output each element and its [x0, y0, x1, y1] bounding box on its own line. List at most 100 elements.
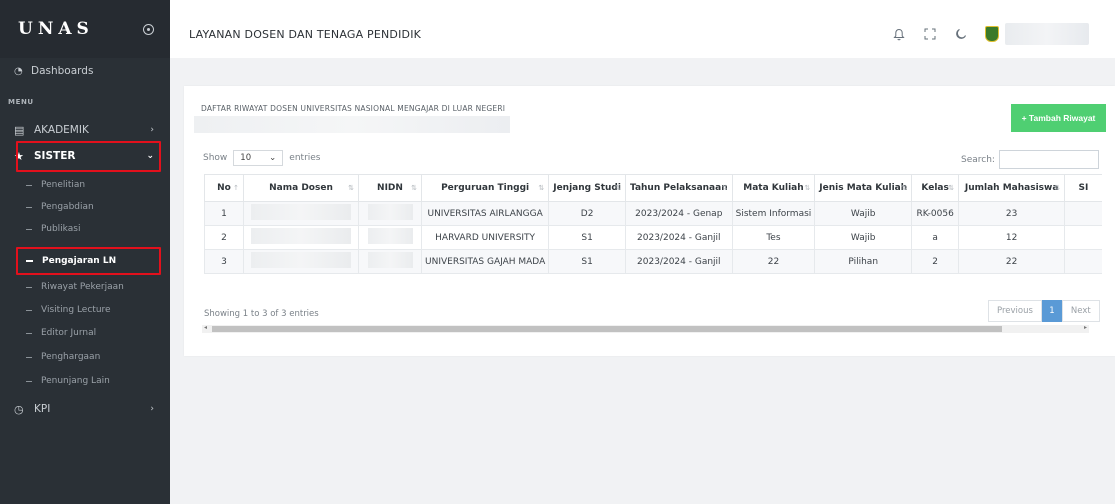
- sidebar-item-dashboards[interactable]: ◔ Dashboards: [0, 59, 170, 83]
- book-icon: ▤: [14, 123, 25, 137]
- header-actions: [892, 10, 1115, 58]
- cell-si: [1064, 249, 1102, 274]
- sidebar-item-kpi[interactable]: ◷ KPI ›: [0, 396, 170, 422]
- previous-page-button[interactable]: Previous: [988, 300, 1042, 322]
- col-jenjang-studi[interactable]: Jenjang Studi ⇅: [548, 174, 626, 202]
- cell-jumlah-mahasiswa: 23: [958, 201, 1066, 226]
- sidebar-sub-label: Riwayat Pekerjaan: [41, 282, 124, 292]
- table-row: 3 UNIVERSITAS GAJAH MADA S1 2023/2024 - …: [204, 249, 1102, 274]
- sidebar-item-akademik[interactable]: ▤ AKADEMIK ›: [0, 117, 170, 143]
- dash-icon: [26, 206, 32, 208]
- scroll-left-arrow-icon[interactable]: ◂: [204, 324, 207, 331]
- sidebar-sub-penunjang-lain[interactable]: Penunjang Lain: [0, 370, 170, 392]
- sidebar-sub-publikasi[interactable]: Publikasi: [0, 218, 170, 240]
- cell-jenis-mata-kuliah: Pilihan: [814, 249, 913, 274]
- cell-perguruan-tinggi: HARVARD UNIVERSITY: [420, 225, 550, 250]
- cell-si: [1064, 201, 1102, 226]
- cell-nidn-redacted: [358, 201, 422, 226]
- col-no[interactable]: No ↑: [204, 174, 244, 202]
- cell-nama-dosen-redacted: [243, 249, 359, 274]
- sidebar-sub-riwayat-pekerjaan[interactable]: Riwayat Pekerjaan: [0, 276, 170, 298]
- cell-no: 3: [204, 249, 244, 274]
- sidebar-sub-label: Penunjang Lain: [41, 376, 110, 386]
- sidebar-toggle-icon[interactable]: [143, 23, 154, 35]
- cell-no: 2: [204, 225, 244, 250]
- cell-tahun-pelaksanaan: 2023/2024 - Ganjil: [624, 249, 733, 274]
- card-subtitle-redacted: [194, 116, 510, 133]
- dash-icon: [26, 286, 32, 288]
- sidebar-sub-label: Editor Jurnal: [41, 328, 97, 338]
- add-riwayat-button[interactable]: + Tambah Riwayat: [1011, 104, 1106, 132]
- highlight-box-sister: [16, 141, 161, 172]
- dash-icon: [26, 380, 32, 382]
- cell-mata-kuliah: Sistem Informasi: [731, 201, 816, 226]
- col-kelas[interactable]: Kelas ⇅: [911, 174, 960, 202]
- col-perguruan-tinggi[interactable]: Perguruan Tinggi ⇅: [420, 174, 550, 202]
- top-header: LAYANAN DOSEN DAN TENAGA PENDIDIK: [170, 10, 1115, 58]
- col-mata-kuliah[interactable]: Mata Kuliah ⇅: [731, 174, 816, 202]
- sidebar-sub-label: Pengabdian: [41, 202, 94, 212]
- sidebar-sub-label: Penghargaan: [41, 352, 101, 362]
- search-label: Search:: [961, 154, 995, 165]
- col-nidn[interactable]: NIDN ⇅: [358, 174, 422, 202]
- sidebar-sub-penelitian[interactable]: Penelitian: [0, 174, 170, 196]
- col-nama-dosen[interactable]: Nama Dosen ⇅: [243, 174, 359, 202]
- cell-jenjang-studi: S1: [548, 225, 626, 250]
- entries-label: entries: [289, 153, 321, 163]
- pagination: Previous 1 Next: [988, 300, 1100, 322]
- col-tahun-pelaksanaan[interactable]: Tahun Pelaksanaan ⇅: [624, 174, 733, 202]
- entries-length-control: Show 10 ⌄ entries: [203, 150, 321, 166]
- cell-kelas: RK-0056: [911, 201, 960, 226]
- table-row: 1 UNIVERSITAS AIRLANGGA D2 2023/2024 - G…: [204, 201, 1102, 226]
- cell-jenis-mata-kuliah: Wajib: [814, 201, 913, 226]
- bell-icon[interactable]: [892, 28, 905, 41]
- col-si[interactable]: SI: [1064, 174, 1102, 202]
- cell-tahun-pelaksanaan: 2023/2024 - Genap: [624, 201, 733, 226]
- dashboard-icon: ◔: [14, 65, 23, 77]
- cell-kelas: 2: [911, 249, 960, 274]
- entries-select[interactable]: 10 ⌄: [233, 150, 284, 166]
- sidebar-sub-visiting-lecture[interactable]: Visiting Lecture: [0, 299, 170, 321]
- moon-icon[interactable]: [954, 28, 967, 41]
- cell-tahun-pelaksanaan: 2023/2024 - Ganjil: [624, 225, 733, 250]
- cell-mata-kuliah: Tes: [731, 225, 816, 250]
- cell-mata-kuliah: 22: [731, 249, 816, 274]
- university-logo-icon: [985, 26, 999, 42]
- dash-icon: [26, 332, 32, 334]
- sidebar-sub-label: Visiting Lecture: [41, 305, 111, 315]
- cell-jenjang-studi: D2: [548, 201, 626, 226]
- cell-perguruan-tinggi: UNIVERSITAS AIRLANGGA: [420, 201, 550, 226]
- page-1-button[interactable]: 1: [1041, 300, 1062, 322]
- dash-icon: [26, 356, 32, 358]
- sidebar: UNAS ◔ Dashboards MENU ▤ AKADEMIK › ★ SI…: [0, 0, 170, 504]
- sidebar-item-label: Dashboards: [31, 65, 94, 77]
- cell-no: 1: [204, 201, 244, 226]
- brand-bar: UNAS: [0, 0, 170, 58]
- fullscreen-icon[interactable]: [923, 28, 936, 41]
- cell-kelas: a: [911, 225, 960, 250]
- scroll-right-arrow-icon[interactable]: ▸: [1084, 324, 1087, 331]
- col-jumlah-mahasiswa[interactable]: Jumlah Mahasiswa ⇅: [958, 174, 1066, 202]
- table-header-row: No ↑ Nama Dosen ⇅ NIDN ⇅ Perguruan Tinggi ⇅ …: [204, 174, 1102, 202]
- cell-nidn-redacted: [358, 249, 422, 274]
- next-page-button[interactable]: Next: [1061, 300, 1100, 322]
- sidebar-sub-editor-jurnal[interactable]: Editor Jurnal: [0, 322, 170, 344]
- scrollbar-thumb[interactable]: [212, 326, 1002, 332]
- sidebar-sub-label: Penelitian: [41, 180, 86, 190]
- cell-nama-dosen-redacted: [243, 201, 359, 226]
- show-label: Show: [203, 153, 228, 163]
- clock-icon: ◷: [14, 402, 24, 416]
- sidebar-sub-penghargaan[interactable]: Penghargaan: [0, 346, 170, 368]
- sidebar-sub-pengabdian[interactable]: Pengabdian: [0, 196, 170, 218]
- card-title: DAFTAR RIWAYAT DOSEN UNIVERSITAS NASIONA…: [201, 104, 506, 113]
- table-info: Showing 1 to 3 of 3 entries: [204, 309, 319, 319]
- table-horizontal-scrollbar[interactable]: ◂ ▸: [202, 324, 1089, 333]
- col-jenis-mata-kuliah[interactable]: Jenis Mata Kuliah ⇅: [814, 174, 913, 202]
- page-title: LAYANAN DOSEN DAN TENAGA PENDIDIK: [189, 27, 422, 41]
- chevron-right-icon: ›: [150, 404, 154, 414]
- user-profile[interactable]: [1005, 23, 1089, 45]
- cell-jumlah-mahasiswa: 12: [958, 225, 1066, 250]
- entries-select-value: 10: [240, 153, 252, 163]
- search-input[interactable]: [998, 150, 1099, 169]
- cell-jenjang-studi: S1: [548, 249, 626, 274]
